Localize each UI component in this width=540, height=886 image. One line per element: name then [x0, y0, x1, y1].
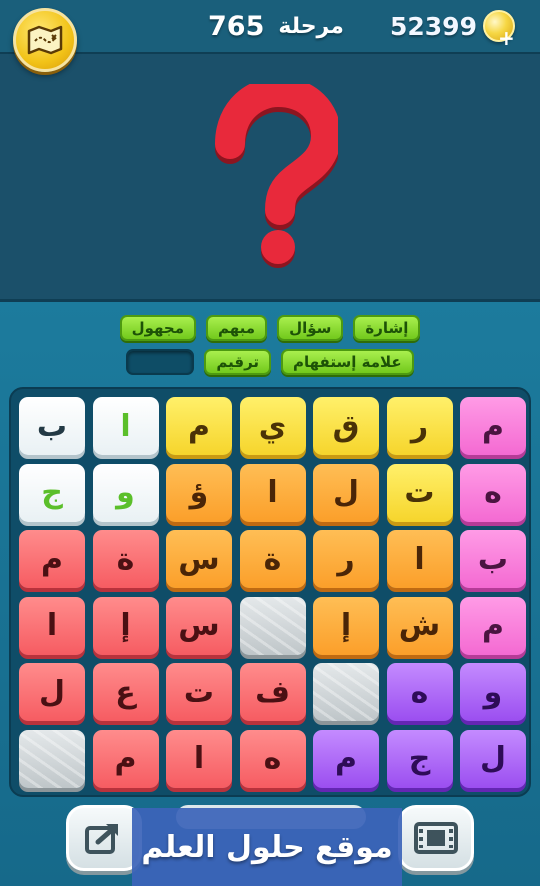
letter-tile[interactable]: ا [386, 530, 453, 588]
found-word: مبهم [206, 315, 268, 341]
blocked-stone-tile [239, 596, 306, 655]
letter-tile[interactable]: و [92, 463, 159, 522]
letter-tile[interactable]: ج [386, 729, 453, 788]
letter-tile[interactable]: م [460, 397, 526, 455]
letter-tile[interactable]: ه [386, 663, 453, 721]
letter-tile[interactable]: ق [313, 397, 379, 455]
game-board-area: إشارة سؤال مبهم مجهول علامة إستفهام ترقي… [0, 302, 540, 886]
letter-tile[interactable]: م [313, 729, 379, 788]
letter-tile[interactable]: إ [313, 596, 379, 655]
letter-tile[interactable]: ل [313, 463, 379, 522]
share-button[interactable] [66, 805, 142, 871]
blocked-stone-tile [19, 729, 85, 788]
letter-tile[interactable]: ي [239, 397, 306, 455]
found-words-row-2: علامة إستفهام ترقيم [0, 349, 540, 377]
letter-tile[interactable]: ا [166, 729, 232, 788]
empty-word-slot [126, 349, 195, 375]
share-icon [85, 824, 118, 854]
letter-tile[interactable]: س [166, 596, 232, 655]
watermark-banner: موقع حلول العلم [132, 808, 402, 886]
letter-tile[interactable]: ه [239, 729, 306, 788]
letter-tile[interactable]: ا [19, 596, 85, 655]
plus-icon[interactable]: + [498, 28, 515, 48]
letter-tile[interactable]: ا [92, 397, 159, 455]
map-scroll-icon [27, 25, 63, 55]
letter-tile[interactable]: ج [19, 463, 85, 522]
letter-tile[interactable]: ت [386, 463, 453, 522]
question-mark-icon [215, 84, 338, 268]
letter-tile[interactable]: ة [239, 530, 306, 588]
letter-tile[interactable]: ا [239, 463, 306, 522]
top-bar: 765 مرحلة 52399 + [0, 0, 540, 52]
found-words-row-1: إشارة سؤال مبهم مجهول [0, 315, 540, 343]
found-word: إشارة [353, 315, 421, 341]
blocked-stone-tile [313, 663, 379, 721]
letter-tile[interactable]: ب [19, 397, 85, 455]
letter-tile[interactable]: ع [92, 663, 159, 721]
letter-tile[interactable]: ة [92, 530, 159, 588]
letter-tile[interactable]: م [19, 530, 85, 588]
menu-button[interactable] [13, 8, 77, 72]
letter-tile[interactable]: ل [19, 663, 85, 721]
level-indicator: 765 مرحلة [208, 8, 344, 44]
letter-tile[interactable]: س [166, 530, 232, 588]
level-label: مرحلة [278, 13, 344, 39]
letter-tile[interactable]: ت [166, 663, 232, 721]
letter-tile[interactable]: ف [239, 663, 306, 721]
picture-panel [0, 52, 540, 302]
letter-tile[interactable]: ؤ [166, 463, 232, 522]
letter-tile[interactable]: ه [460, 463, 526, 522]
letter-tile[interactable]: م [166, 397, 232, 455]
coins-value: 52399 [390, 11, 477, 41]
letter-tile[interactable]: ر [386, 397, 453, 455]
letter-tile[interactable]: ش [386, 596, 453, 655]
found-word: سؤال [277, 315, 344, 341]
letter-tile[interactable]: ل [460, 729, 526, 788]
film-icon [414, 822, 458, 854]
letter-tile[interactable]: إ [92, 596, 159, 655]
letter-tile[interactable]: م [92, 729, 159, 788]
letter-tile[interactable]: و [460, 663, 526, 721]
letter-tile[interactable]: م [460, 596, 526, 655]
level-number: 765 [208, 10, 265, 42]
letter-tile[interactable]: ب [460, 530, 526, 588]
letter-tile[interactable]: ر [313, 530, 379, 588]
letter-grid: مرقيمابهتلاؤوجبارةسةممشإسإاوهفتعللجمهام [9, 387, 531, 797]
found-word: ترقيم [204, 349, 272, 375]
found-word: علامة إستفهام [281, 349, 414, 375]
found-word: مجهول [119, 315, 196, 341]
coins-balance[interactable]: 52399 + [390, 8, 515, 48]
watch-video-button[interactable] [398, 805, 474, 871]
